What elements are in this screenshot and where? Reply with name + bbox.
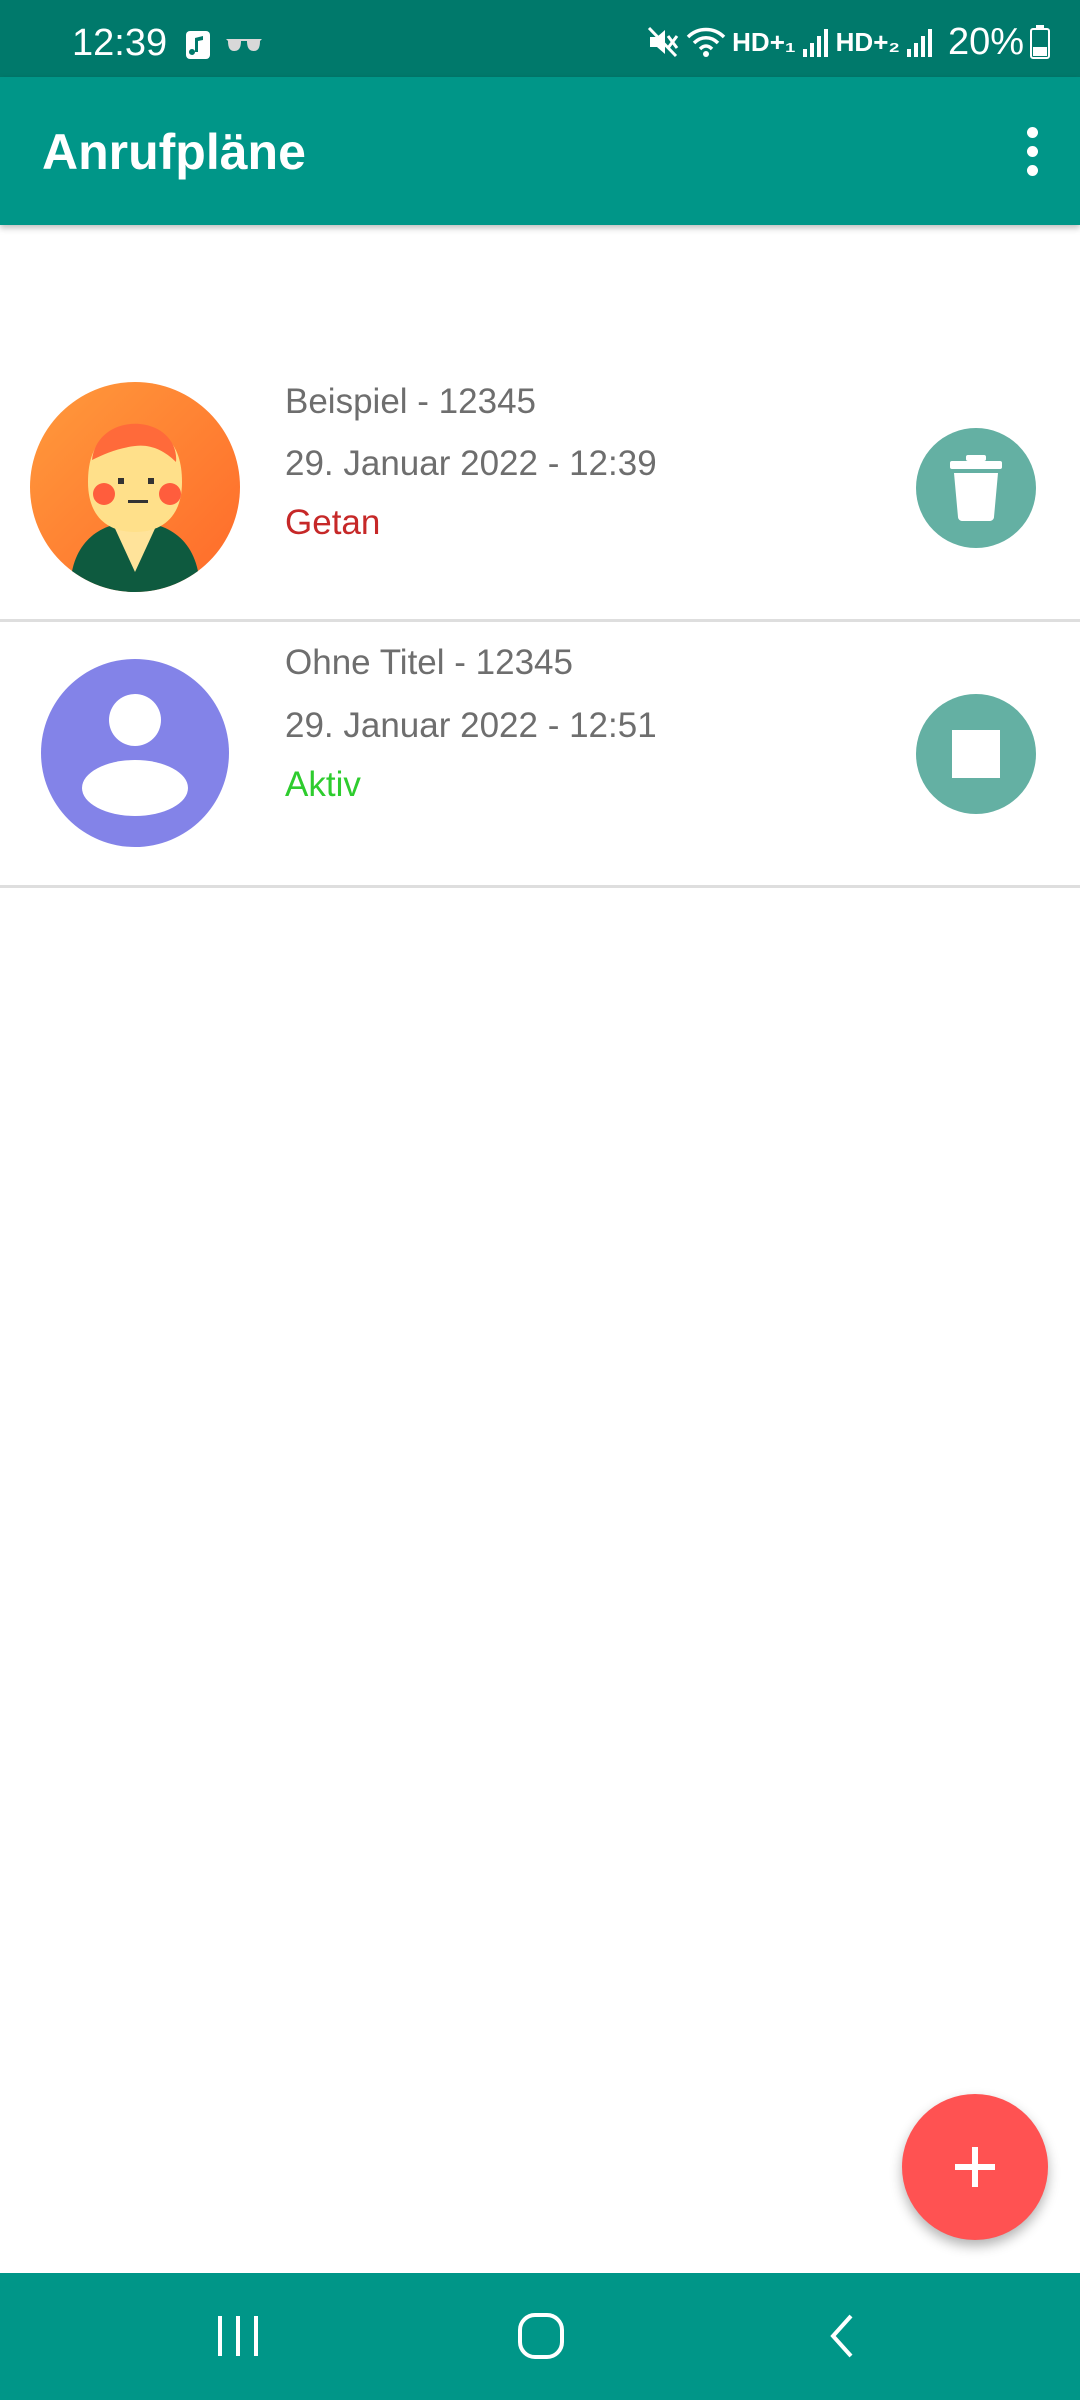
- trash-icon: [950, 455, 1002, 521]
- status-bar: 12:39 HD+₁ HD+₂ 20%: [0, 0, 1080, 77]
- wifi-icon: [686, 27, 726, 57]
- system-nav-bar: [0, 2273, 1080, 2400]
- default-person-avatar: [30, 648, 240, 858]
- stop-button[interactable]: [916, 694, 1036, 814]
- list-item[interactable]: Beispiel - 12345 29. Januar 2022 - 12:39…: [0, 355, 1080, 620]
- schedule-status: Aktiv: [285, 765, 361, 804]
- glasses-icon: [226, 39, 262, 51]
- network-label-1: HD+₁: [732, 27, 796, 57]
- cartoon-avatar: [30, 382, 240, 592]
- status-notification-icons: [185, 28, 263, 62]
- schedule-title: Beispiel - 12345: [285, 382, 536, 421]
- divider: [0, 885, 1080, 888]
- signal-icon-2: [906, 29, 932, 57]
- stop-icon: [952, 730, 1000, 778]
- back-icon[interactable]: [797, 2301, 887, 2371]
- battery-percent: 20%: [947, 21, 1024, 63]
- delete-button[interactable]: [916, 428, 1036, 548]
- add-schedule-button[interactable]: [902, 2094, 1048, 2240]
- schedule-title: Ohne Titel - 12345: [285, 643, 573, 682]
- schedule-datetime: 29. Januar 2022 - 12:51: [285, 706, 657, 745]
- home-icon[interactable]: [496, 2301, 586, 2371]
- list-item[interactable]: Ohne Titel - 12345 29. Januar 2022 - 12:…: [0, 622, 1080, 885]
- music-note-icon: [186, 31, 210, 59]
- status-system-icons: HD+₁ HD+₂ 20%: [646, 22, 1050, 62]
- schedule-datetime: 29. Januar 2022 - 12:39: [285, 444, 657, 483]
- mute-icon: [648, 26, 679, 58]
- page-title: Anrufpläne: [42, 124, 306, 180]
- plus-icon: [955, 2147, 995, 2187]
- battery-icon: [1030, 25, 1050, 59]
- recent-apps-icon[interactable]: [193, 2301, 283, 2371]
- app-bar: Anrufpläne: [0, 77, 1080, 225]
- schedule-status: Getan: [285, 503, 381, 542]
- status-time: 12:39: [72, 22, 168, 64]
- network-label-2: HD+₂: [835, 27, 900, 57]
- signal-icon-1: [802, 29, 828, 57]
- more-vert-icon[interactable]: [990, 109, 1074, 193]
